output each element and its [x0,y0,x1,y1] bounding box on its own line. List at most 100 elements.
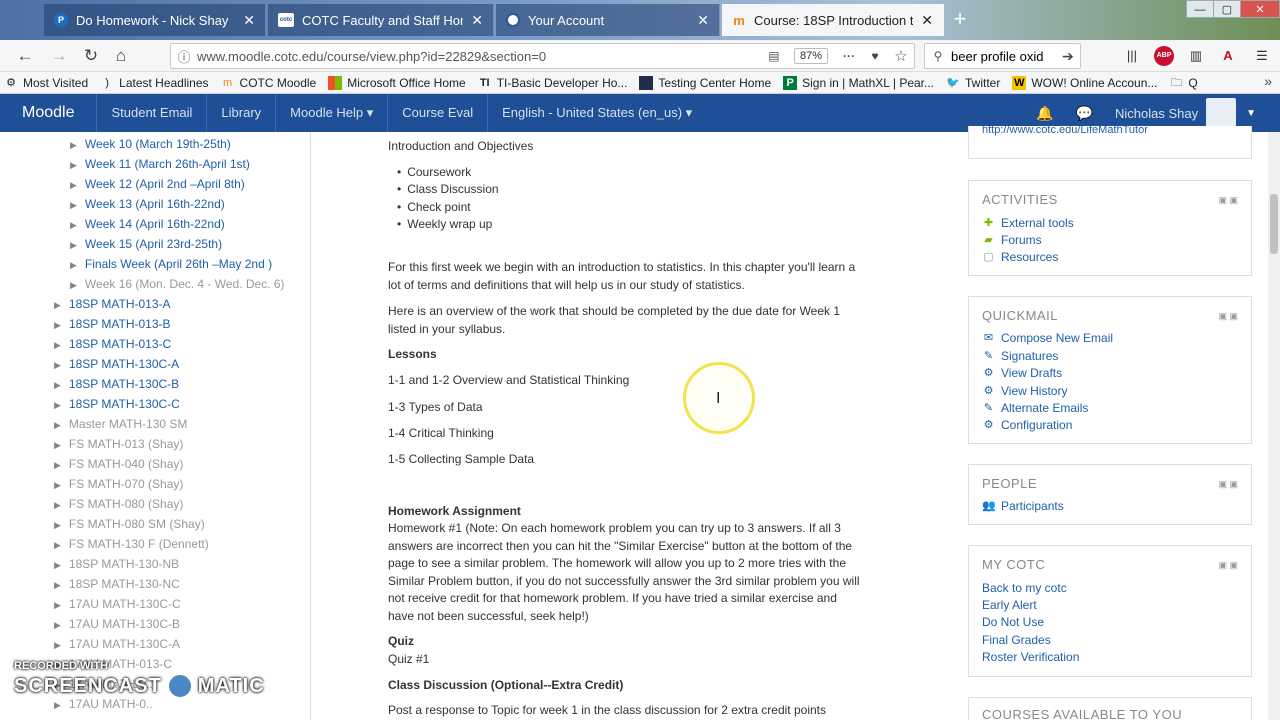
search-go-icon[interactable]: ➔ [1062,48,1080,65]
maximize-button[interactable]: ▢ [1213,0,1241,18]
nav-week-13[interactable]: ▶ Week 13 (April 16th-22nd) [70,197,225,211]
bookmark-testing-center[interactable]: Testing Center Home [639,75,771,90]
nav-course[interactable]: ▶ FS MATH-013 (Shay) [54,437,183,451]
nav-course[interactable]: ▶ 17AU MATH-130C-C [54,597,181,611]
bookmark-star-icon[interactable]: ☆ [888,47,914,65]
quickmail-alternate-emails[interactable]: ✎ Alternate Emails [982,401,1088,415]
quickmail-signatures[interactable]: ✎ Signatures [982,349,1058,363]
quickmail-history[interactable]: ⚙ View History [982,384,1068,398]
reload-button[interactable]: ↻ [78,44,104,68]
new-tab-button[interactable]: + [948,6,972,32]
nav-course[interactable]: ▶ 18SP MATH-130-NC [54,577,180,591]
nav-course[interactable]: ▶ 18SP MATH-013-C [54,337,171,351]
close-icon[interactable]: ✕ [243,12,255,29]
adblock-icon[interactable]: ABP [1154,46,1174,66]
mycotc-do-not-use[interactable]: Do Not Use [982,615,1044,629]
block-controls-icon[interactable]: ▣ ▣ [1218,195,1238,206]
nav-course[interactable]: ▶ 18SP MATH-130C-A [54,357,179,371]
nav-course[interactable]: ▶ 17AU MATH-130C-B [54,617,180,631]
activity-external-tools[interactable]: ✚ External tools [982,216,1074,230]
quickmail-drafts[interactable]: ⚙ View Drafts [982,366,1063,380]
block-controls-icon[interactable]: ▣ ▣ [1218,560,1238,571]
minimize-button[interactable]: — [1186,0,1214,18]
nav-course[interactable]: ▶ 18SP MATH-130C-B [54,377,179,391]
bookmark-ti-basic[interactable]: TI TI-Basic Developer Ho... [478,76,628,90]
nav-moodle-help[interactable]: Moodle Help ▾ [275,94,387,132]
user-name[interactable]: Nicholas Shay [1115,106,1198,121]
close-icon[interactable]: ✕ [471,12,483,29]
nav-week-11[interactable]: ▶ Week 11 (March 26th-April 1st) [70,157,250,171]
nav-student-email[interactable]: Student Email [96,94,206,132]
reader-view-icon[interactable]: ▤ [762,49,786,63]
scrollbar-thumb[interactable] [1270,194,1278,254]
tab-your-account[interactable]: Your Account ✕ [496,4,720,36]
nav-course[interactable]: ▶ FS MATH-070 (Shay) [54,477,183,491]
chat-icon[interactable]: 💬 [1076,105,1093,122]
more-actions-icon[interactable]: ··· [836,49,862,63]
chevron-down-icon[interactable]: ▼ [1246,108,1256,119]
url-bar[interactable]: ⓘ www.moodle.cotc.edu/course/view.php?id… [170,43,915,69]
bookmark-latest-headlines[interactable]: ) Latest Headlines [100,76,208,90]
activity-resources[interactable]: ▢ Resources [982,250,1058,264]
nav-week-12[interactable]: ▶ Week 12 (April 2nd –April 8th) [70,177,245,191]
bookmark-microsoft-office[interactable]: Microsoft Office Home [328,75,466,90]
bell-icon[interactable]: 🔔 [1036,105,1053,122]
menu-icon[interactable]: ☰ [1252,46,1272,66]
block-controls-icon[interactable]: ▣ ▣ [1218,479,1238,490]
back-button[interactable]: ← [12,44,38,68]
block-controls-icon[interactable]: ▣ ▣ [1218,311,1238,322]
pocket-icon[interactable]: ♥ [862,49,888,63]
quiz-link[interactable]: Quiz #1 [388,651,863,669]
home-button[interactable]: ⌂ [108,44,134,68]
mycotc-roster-verification[interactable]: Roster Verification [982,650,1079,664]
mycotc-final-grades[interactable]: Final Grades [982,633,1051,647]
nav-week-15[interactable]: ▶ Week 15 (April 23rd-25th) [70,237,222,251]
nav-course[interactable]: ▶ FS MATH-040 (Shay) [54,457,183,471]
nav-week-16[interactable]: ▶ Week 16 (Mon. Dec. 4 - Wed. Dec. 6) [70,277,285,291]
quickmail-compose[interactable]: ✉ Compose New Email [982,331,1113,345]
nav-course[interactable]: ▶ 17AU MATH-130C-A [54,637,180,651]
nav-course[interactable]: ▶ FS MATH-080 (Shay) [54,497,183,511]
avatar[interactable] [1206,98,1237,128]
close-icon[interactable]: ✕ [697,12,709,29]
nav-course[interactable]: ▶ FS MATH-130 F (Dennett) [54,537,209,551]
library-icon[interactable]: ||| [1122,46,1142,66]
page-scrollbar[interactable] [1268,132,1280,720]
tab-moodle-course[interactable]: m Course: 18SP Introduction to St ✕ [722,4,944,36]
url-text[interactable]: www.moodle.cotc.edu/course/view.php?id=2… [197,49,762,64]
nav-course[interactable]: ▶ 18SP MATH-130C-C [54,397,180,411]
nav-library[interactable]: Library [206,94,275,132]
sidebar-icon[interactable]: ▥ [1186,46,1206,66]
bookmark-mathxl[interactable]: P Sign in | MathXL | Pear... [783,75,934,90]
tab-cotc-faculty[interactable]: cotc COTC Faculty and Staff Home ✕ [268,4,494,36]
nav-course[interactable]: ▶ 18SP MATH-013-A [54,297,171,311]
search-bar[interactable]: ⚲ ➔ [924,43,1081,69]
nav-course[interactable]: ▶ 18SP MATH-130-NB [54,557,179,571]
mycotc-back[interactable]: Back to my cotc [982,581,1067,595]
quickmail-configuration[interactable]: ⚙ Configuration [982,418,1073,432]
people-participants[interactable]: 👥 Participants [982,499,1064,513]
bookmarks-overflow-icon[interactable]: » [1264,73,1272,89]
bookmark-twitter[interactable]: 🐦 Twitter [946,76,1000,90]
close-icon[interactable]: ✕ [921,12,933,29]
nav-course[interactable]: ▶ 18SP MATH-013-B [54,317,171,331]
mycotc-early-alert[interactable]: Early Alert [982,598,1037,612]
nav-course-eval[interactable]: Course Eval [387,94,487,132]
tab-do-homework[interactable]: P Do Homework - Nick Shay ✕ [44,4,266,36]
window-close-button[interactable]: ✕ [1240,0,1280,18]
activity-forums[interactable]: ▰ Forums [982,233,1041,247]
pdf-icon[interactable]: A [1218,46,1238,66]
nav-week-14[interactable]: ▶ Week 14 (April 16th-22nd) [70,217,225,231]
nav-week-10[interactable]: ▶ Week 10 (March 19th-25th) [70,137,231,151]
nav-course[interactable]: ▶ Master MATH-130 SM [54,417,187,431]
search-input[interactable] [951,48,1062,64]
bookmark-most-visited[interactable]: ⚙ Most Visited [4,76,88,90]
moodle-brand[interactable]: Moodle [22,104,74,122]
nav-course[interactable]: ▶ FS MATH-080 SM (Shay) [54,517,205,531]
bookmark-cotc-moodle[interactable]: m COTC Moodle [221,76,316,90]
info-icon[interactable]: ⓘ [171,47,197,66]
forward-button[interactable]: → [46,44,72,68]
nav-finals-week[interactable]: ▶ Finals Week (April 26th –May 2nd ) [70,257,272,271]
zoom-level[interactable]: 87% [793,48,828,64]
nav-language[interactable]: English - United States (en_us) ▾ [487,94,706,132]
